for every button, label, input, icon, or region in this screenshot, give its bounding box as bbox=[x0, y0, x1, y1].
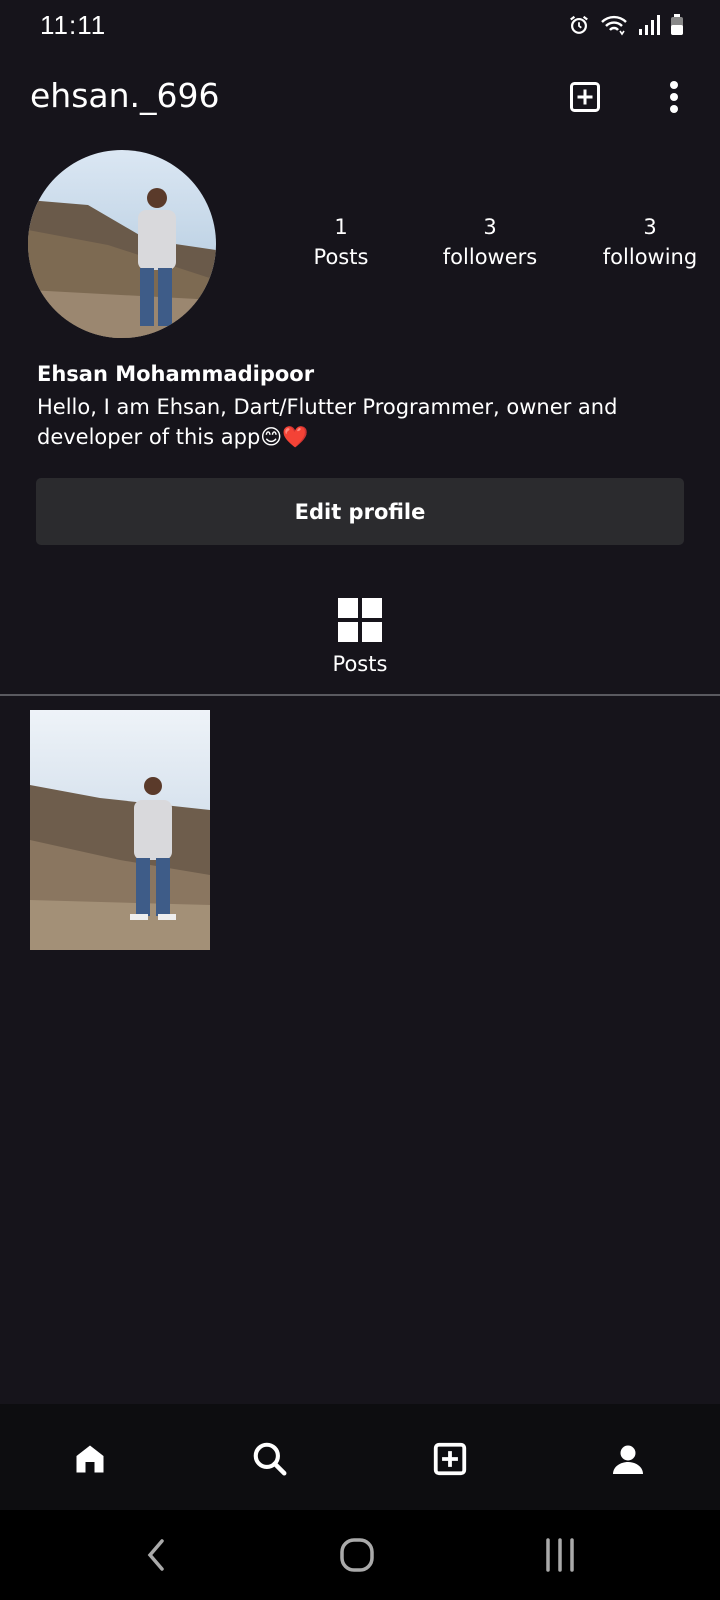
battery-icon bbox=[671, 14, 683, 35]
profile-username: ehsan._696 bbox=[30, 76, 220, 115]
bottom-navigation bbox=[0, 1404, 720, 1510]
profile-stats: 1 Posts 3 followers 3 following bbox=[280, 212, 710, 276]
add-box-icon bbox=[433, 1442, 467, 1476]
more-options-button[interactable] bbox=[656, 74, 692, 120]
profile-avatar[interactable] bbox=[28, 150, 216, 338]
tab-posts-label: Posts bbox=[332, 652, 388, 676]
stat-posts-label: Posts bbox=[313, 245, 369, 269]
tab-posts[interactable]: Posts bbox=[310, 598, 410, 682]
signal-icon bbox=[639, 15, 660, 35]
add-post-button[interactable] bbox=[562, 74, 608, 120]
post-thumbnail[interactable] bbox=[30, 710, 210, 950]
system-navigation-bar bbox=[0, 1510, 720, 1600]
stat-following-count: 3 bbox=[643, 215, 657, 239]
grid-icon bbox=[338, 598, 382, 642]
status-bar: 11:11 bbox=[0, 0, 720, 52]
add-box-icon bbox=[570, 82, 600, 112]
home-circle-icon bbox=[340, 1538, 374, 1572]
back-icon bbox=[147, 1539, 164, 1571]
nav-home[interactable] bbox=[65, 1434, 115, 1484]
status-icons bbox=[568, 14, 684, 36]
person-icon bbox=[613, 1445, 643, 1474]
wifi-icon bbox=[601, 15, 627, 36]
alarm-icon bbox=[570, 15, 588, 34]
stat-followers-count: 3 bbox=[483, 215, 497, 239]
system-recents-button[interactable] bbox=[530, 1530, 590, 1580]
stat-following-label: following bbox=[602, 245, 698, 269]
profile-bio: Hello, I am Ehsan, Dart/Flutter Programm… bbox=[37, 395, 618, 449]
profile-full-name: Ehsan Mohammadipoor bbox=[37, 362, 315, 386]
tab-divider bbox=[0, 694, 720, 696]
app-bar: ehsan._696 bbox=[0, 60, 720, 132]
stat-followers[interactable]: 3 followers bbox=[420, 212, 560, 272]
more-vert-icon bbox=[670, 81, 678, 113]
edit-profile-button[interactable]: Edit profile bbox=[36, 478, 684, 545]
nav-profile[interactable] bbox=[603, 1434, 653, 1484]
nav-search[interactable] bbox=[245, 1434, 295, 1484]
stat-followers-label: followers bbox=[442, 245, 538, 269]
recents-icon bbox=[546, 1538, 574, 1572]
system-home-button[interactable] bbox=[327, 1530, 387, 1580]
home-icon bbox=[76, 1445, 104, 1473]
nav-add[interactable] bbox=[425, 1434, 475, 1484]
search-icon bbox=[253, 1442, 287, 1476]
system-back-button[interactable] bbox=[126, 1530, 186, 1580]
stat-posts[interactable]: 1 Posts bbox=[296, 212, 386, 272]
stat-posts-count: 1 bbox=[334, 215, 348, 239]
stat-following[interactable]: 3 following bbox=[580, 212, 720, 272]
status-time: 11:11 bbox=[40, 10, 107, 40]
